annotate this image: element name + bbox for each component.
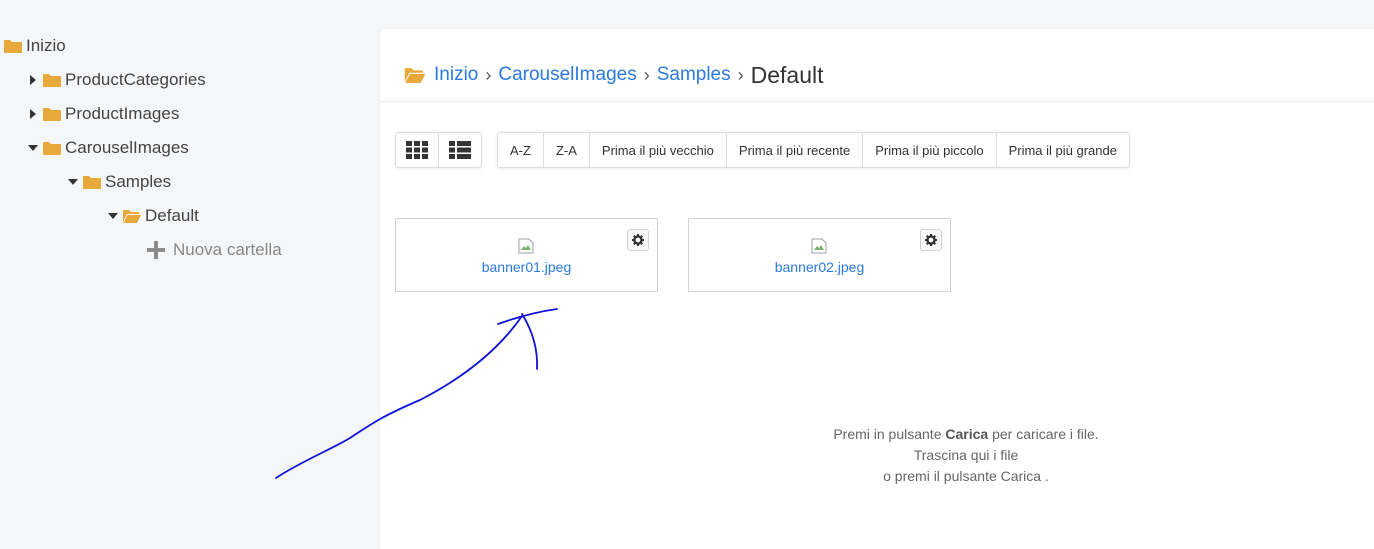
caret-down-icon[interactable] [107, 210, 119, 222]
breadcrumb-link-inizio[interactable]: Inizio [434, 64, 478, 86]
sort-za-button[interactable]: Z-A [542, 133, 589, 167]
folder-icon [43, 74, 61, 87]
view-mode-group [395, 132, 482, 168]
upload-dropzone-hint: Premi in pulsante Carica per caricare i … [680, 424, 1252, 487]
folder-open-icon [123, 210, 141, 223]
file-manager-panel: Inizio › CarouselImages › Samples › Defa… [380, 29, 1374, 549]
breadcrumb-link-carouselimages[interactable]: CarouselImages [498, 64, 636, 86]
caret-right-icon[interactable] [27, 108, 39, 120]
tree-node-productcategories[interactable]: ProductCategories [27, 63, 206, 97]
sort-newest-button[interactable]: Prima il più recente [725, 133, 862, 167]
sort-oldest-button[interactable]: Prima il più vecchio [588, 133, 726, 167]
broken-image-icon [811, 238, 827, 254]
gear-icon [925, 234, 937, 246]
tree-node-root[interactable]: Inizio [4, 29, 66, 63]
list-view-button[interactable] [438, 133, 481, 167]
breadcrumb-separator: › [737, 64, 744, 85]
new-folder-button[interactable]: Nuova cartella [147, 233, 282, 267]
tree-node-label: Default [145, 206, 199, 225]
broken-image-icon [518, 238, 534, 254]
tree-node-samples[interactable]: Samples [67, 165, 171, 199]
breadcrumb: Inizio › CarouselImages › Samples › Defa… [404, 60, 824, 90]
tree-node-label: Inizio [26, 36, 66, 55]
folder-open-icon [404, 68, 426, 83]
file-item[interactable]: banner01.jpeg [395, 218, 658, 292]
tree-node-label: ProductImages [65, 104, 180, 123]
breadcrumb-separator: › [643, 64, 650, 85]
sort-largest-button[interactable]: Prima il più grande [995, 133, 1129, 167]
caret-right-icon[interactable] [27, 74, 39, 86]
breadcrumb-current: Default [750, 61, 824, 88]
tree-node-productimages[interactable]: ProductImages [27, 97, 179, 131]
dropzone-line-2: Trascina qui i file [913, 447, 1019, 463]
caret-down-icon[interactable] [67, 176, 79, 188]
file-settings-button[interactable] [920, 229, 942, 251]
tree-node-label: CarouselImages [65, 138, 189, 157]
folder-icon [43, 142, 61, 155]
grid-view-button[interactable] [396, 133, 438, 167]
tree-node-default[interactable]: Default [107, 199, 199, 233]
tree-node-label: Samples [105, 172, 172, 191]
file-settings-button[interactable] [627, 229, 649, 251]
folder-icon [83, 176, 101, 189]
dropzone-line-3: o premi il pulsante Carica . [883, 468, 1049, 484]
gear-icon [632, 234, 644, 246]
breadcrumb-separator: › [485, 64, 492, 85]
caret-down-icon[interactable] [27, 142, 39, 154]
file-name-link[interactable]: banner01.jpeg [396, 259, 657, 275]
header-divider [380, 101, 1374, 102]
grid-view-icon [406, 141, 428, 159]
sort-smallest-button[interactable]: Prima il più piccolo [862, 133, 995, 167]
new-folder-label: Nuova cartella [173, 240, 282, 259]
tree-node-label: ProductCategories [65, 70, 206, 89]
folder-icon [4, 40, 22, 53]
file-item[interactable]: banner02.jpeg [688, 218, 951, 292]
list-view-icon [449, 141, 471, 159]
breadcrumb-link-samples[interactable]: Samples [657, 64, 731, 86]
plus-icon [147, 241, 165, 259]
file-name-link[interactable]: banner02.jpeg [689, 259, 950, 275]
tree-node-carouselimages[interactable]: CarouselImages [27, 131, 189, 165]
sort-az-button[interactable]: A-Z [498, 133, 543, 167]
folder-icon [43, 108, 61, 121]
sort-button-group: A-Z Z-A Prima il più vecchio Prima il pi… [497, 132, 1130, 168]
dropzone-line-1: Premi in pulsante Carica per caricare i … [833, 426, 1099, 442]
